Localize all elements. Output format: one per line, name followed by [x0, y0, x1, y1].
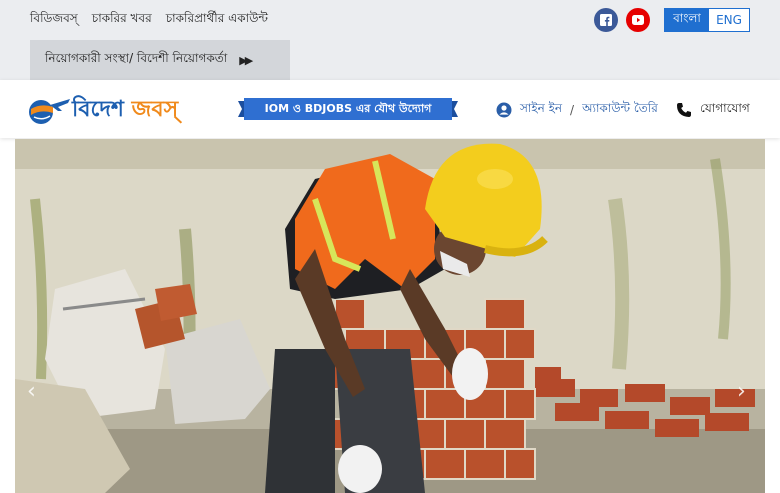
ribbon-text: IOM ও BDJOBS এর যৌথ উদ্যোগ [264, 101, 432, 115]
signin-link[interactable]: সাইন ইন [520, 100, 562, 120]
auth-links: সাইন ইন / অ্যাকাউন্ট তৈরি [496, 100, 658, 120]
social-links [594, 8, 650, 32]
top-link-job-news[interactable]: চাকরির খবর [92, 10, 152, 30]
employer-label: নিয়োগকারী সংস্থা/ বিদেশী নিয়োগকর্তা [45, 51, 228, 65]
lang-english-button[interactable]: ENG [709, 9, 749, 31]
chevron-right-icon[interactable]: › [737, 379, 746, 404]
iom-bdjobs-ribbon: IOM ও BDJOBS এর যৌথ উদ্যোগ [238, 97, 458, 121]
top-links: বিডিজবস্ চাকরির খবর চাকরিপ্রার্থীর একাউন… [30, 10, 268, 30]
fast-forward-icon: ▶▶ [239, 53, 253, 67]
site-logo[interactable]: বিদেশ জবস্ [28, 92, 178, 129]
youtube-icon[interactable] [626, 8, 650, 32]
employer-login-button[interactable]: নিয়োগকারী সংস্থা/ বিদেশী নিয়োগকর্তা ▶▶ [30, 40, 290, 80]
top-utility-bar: বিডিজবস্ চাকরির খবর চাকরিপ্রার্থীর একাউন… [0, 0, 780, 80]
hero-slider[interactable]: ‹ › [15, 139, 765, 493]
auth-separator: / [570, 103, 575, 117]
globe-plane-icon [28, 95, 70, 127]
top-link-bdjobs[interactable]: বিডিজবস্ [30, 10, 78, 30]
create-account-link[interactable]: অ্যাকাউন্ট তৈরি [582, 100, 658, 120]
user-circle-icon [496, 102, 512, 118]
hero-image [15, 139, 765, 493]
lang-bangla-button[interactable]: বাংলা [665, 9, 709, 31]
top-link-jobseeker-account[interactable]: চাকরিপ্রার্থীর একাউন্ট [166, 10, 268, 30]
phone-icon [677, 103, 691, 117]
main-header: বিদেশ জবস্ IOM ও BDJOBS এর যৌথ উদ্যোগ সা… [0, 80, 780, 138]
contact-link[interactable]: যোগাযোগ [676, 100, 750, 120]
contact-label: যোগাযোগ [700, 101, 750, 115]
chevron-left-icon[interactable]: ‹ [27, 379, 36, 404]
logo-wordmark: বিদেশ জবস্ [72, 97, 179, 122]
language-switch: বাংলা ENG [664, 8, 750, 32]
facebook-icon[interactable] [594, 8, 618, 32]
